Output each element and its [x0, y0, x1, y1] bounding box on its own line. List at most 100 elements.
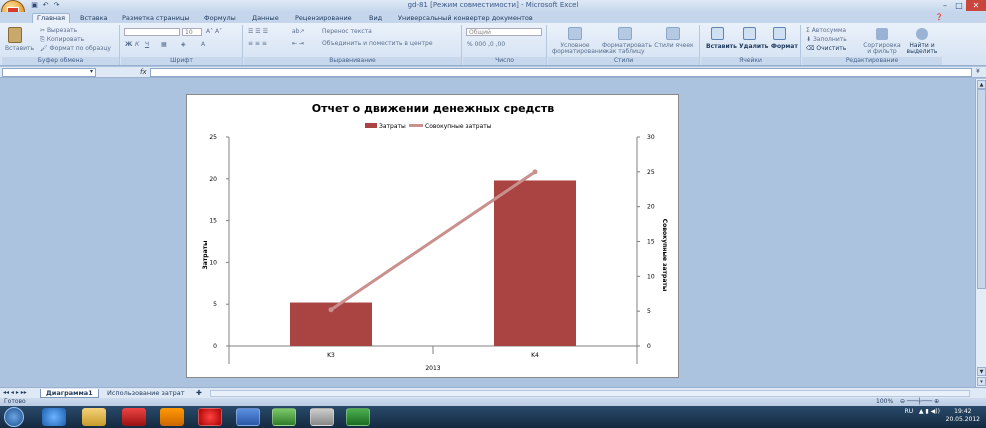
clock-time[interactable]: 19:42 — [954, 408, 971, 415]
fx-button[interactable]: fx — [140, 68, 147, 76]
fill-button[interactable]: ⬇ Заполнить — [806, 36, 847, 43]
y2-tick-label: 20 — [647, 204, 655, 211]
format-table-button[interactable]: Форматировать как таблицу — [602, 43, 652, 55]
minimize-icon[interactable]: – — [938, 0, 952, 11]
sheet-tab-usage[interactable]: Использование затрат — [102, 389, 190, 398]
align-left-icon[interactable]: ≡ ≡ ≡ — [248, 40, 267, 47]
sort-filter-button[interactable]: Сортировка и фильтр — [862, 43, 902, 55]
insert-cells-icon[interactable] — [711, 27, 724, 40]
scroll-down-icon[interactable]: ▼ — [977, 367, 986, 376]
cell-styles-icon[interactable] — [666, 27, 680, 40]
project-icon[interactable] — [272, 408, 296, 426]
new-sheet-icon[interactable]: ✚ — [196, 389, 202, 397]
zoom-slider[interactable]: ⊖ ───┼─── ⊕ — [900, 398, 939, 405]
clear-button[interactable]: ⌫ Очистить — [806, 45, 846, 52]
scroll-split-icon[interactable]: ▾ — [977, 377, 986, 386]
chart-area[interactable]: Отчет о движении денежных средств Затрат… — [186, 94, 679, 378]
grow-font-icon[interactable]: A˄ A˅ — [206, 28, 222, 35]
tab-formulas[interactable]: Формулы — [204, 14, 236, 22]
font-name-select[interactable] — [124, 28, 180, 36]
scroll-thumb[interactable] — [977, 89, 986, 289]
find-select-button[interactable]: Найти и выделить — [902, 43, 942, 55]
clock-date[interactable]: 20.05.2012 — [946, 416, 980, 423]
zoom-level[interactable]: 100% — [876, 398, 893, 405]
opera-icon[interactable] — [198, 408, 222, 426]
y-tick-label: 5 — [213, 301, 217, 308]
tab-insert[interactable]: Вставка — [80, 14, 108, 22]
vertical-scrollbar[interactable]: ▲ ▼ ▾ — [975, 79, 986, 387]
legend-label-zatraty: Затраты — [379, 123, 406, 130]
underline-button[interactable]: Ч — [145, 41, 149, 48]
tab-review[interactable]: Рецензирование — [295, 14, 352, 22]
language-indicator[interactable]: RU — [905, 408, 914, 415]
word-icon[interactable] — [236, 408, 260, 426]
sheet-tabs-bar: ◂◂ ◂ ▸ ▸▸ Диаграмма1 Использование затра… — [0, 387, 986, 398]
insert-cells-button[interactable]: Вставить — [706, 43, 737, 50]
excel-icon[interactable] — [346, 408, 370, 426]
paint-icon[interactable] — [310, 408, 334, 426]
format-table-icon[interactable] — [618, 27, 632, 40]
ie-icon[interactable] — [42, 408, 66, 426]
name-box[interactable] — [2, 68, 96, 77]
alignment-label: Выравнивание — [244, 57, 461, 65]
autosum-button[interactable]: Σ Автосумма — [806, 27, 846, 34]
delete-cells-button[interactable]: Удалить — [739, 43, 768, 50]
ribbon-tabs: Главная Вставка Разметка страницы Формул… — [0, 12, 986, 23]
tab-converter[interactable]: Универсальный конвертер документов — [398, 14, 533, 22]
conditional-format-icon[interactable] — [568, 27, 582, 40]
fill-color-icon[interactable]: ◈ — [181, 41, 186, 48]
format-cells-button[interactable]: Формат — [771, 43, 798, 50]
paste-button[interactable]: Вставить — [5, 45, 34, 52]
conditional-format-button[interactable]: Условное форматирование — [552, 43, 606, 55]
tab-view[interactable]: Вид — [369, 14, 382, 22]
y-tick-label: 0 — [213, 343, 217, 350]
number-format-select[interactable]: Общий — [466, 28, 542, 36]
maximize-icon[interactable]: □ — [952, 0, 966, 11]
bold-button[interactable]: Ж — [125, 41, 132, 48]
paste-icon[interactable] — [8, 27, 22, 43]
italic-button[interactable]: К — [135, 41, 139, 48]
tab-data[interactable]: Данные — [252, 14, 279, 22]
close-icon[interactable]: ✕ — [966, 0, 986, 11]
sheet-tab-diagram1[interactable]: Диаграмма1 — [40, 389, 99, 398]
explorer-icon[interactable] — [82, 408, 106, 426]
orientation-icon[interactable]: ab↗ — [292, 28, 305, 35]
cut-button[interactable]: ✂ Вырезать — [40, 27, 77, 34]
scroll-up-icon[interactable]: ▲ — [977, 80, 986, 89]
align-top-icon[interactable]: ☰ ☰ ☰ — [248, 28, 268, 35]
wrap-text-button[interactable]: Перенос текста — [322, 28, 372, 35]
sheet-nav-icon[interactable]: ◂◂ ◂ ▸ ▸▸ — [3, 389, 27, 396]
horizontal-scrollbar[interactable] — [210, 390, 970, 397]
acrobat-icon[interactable] — [122, 408, 146, 426]
find-select-icon[interactable] — [916, 28, 928, 40]
font-color-icon[interactable]: A — [201, 41, 205, 48]
merge-center-button[interactable]: Объединить и поместить в центре — [322, 40, 433, 47]
media-player-icon[interactable] — [160, 408, 184, 426]
y-tick-label: 15 — [209, 218, 217, 225]
copy-button[interactable]: ⎘ Копировать — [40, 36, 84, 44]
borders-icon[interactable]: ▦ — [161, 41, 167, 48]
format-painter-button[interactable]: 🖌 Формат по образцу — [40, 45, 111, 52]
redo-icon[interactable]: ↷ — [52, 1, 61, 10]
indent-icon[interactable]: ⇤ ⇥ — [292, 40, 304, 47]
name-box-dropdown-icon[interactable]: ▾ — [90, 68, 93, 75]
currency-icon[interactable]: % 000 ,0 ,00 — [467, 41, 505, 48]
format-cells-icon[interactable] — [773, 27, 786, 40]
font-size-select[interactable]: 10 — [182, 28, 202, 36]
y2-tick-label: 5 — [647, 308, 651, 315]
tab-page-layout[interactable]: Разметка страницы — [122, 14, 190, 22]
save-icon[interactable]: ▣ — [30, 1, 39, 10]
sort-filter-icon[interactable] — [876, 28, 888, 40]
cell-styles-button[interactable]: Стили ячеек — [654, 43, 694, 49]
start-button[interactable] — [4, 407, 24, 427]
undo-icon[interactable]: ↶ — [41, 1, 50, 10]
cumulative-point — [532, 169, 538, 175]
help-icon[interactable]: ❓ — [935, 13, 943, 21]
expand-formula-icon[interactable]: ¥ — [976, 68, 980, 75]
delete-cells-icon[interactable] — [743, 27, 756, 40]
tab-home[interactable]: Главная — [32, 13, 71, 23]
x-group-label: 2013 — [425, 365, 440, 372]
font-label: Шрифт — [121, 57, 242, 65]
ribbon: Вставить ✂ Вырезать ⎘ Копировать 🖌 Форма… — [0, 23, 986, 66]
formula-input[interactable] — [150, 68, 972, 77]
